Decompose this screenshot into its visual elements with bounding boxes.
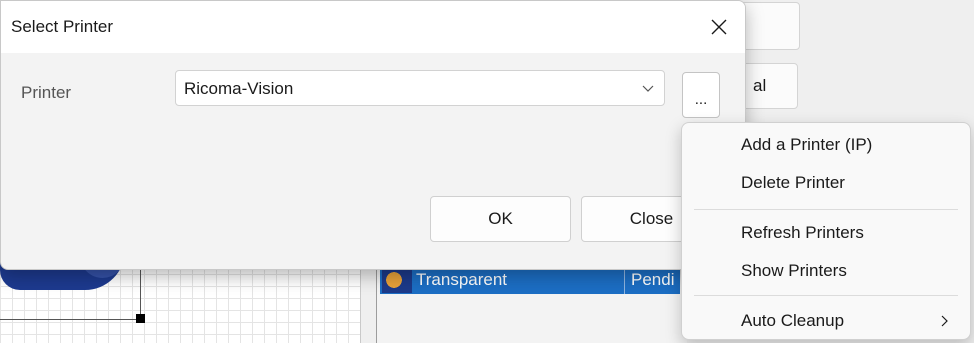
menu-item-show-printers[interactable]: Show Printers [682, 253, 970, 289]
printer-dropdown[interactable]: Ricoma-Vision [175, 70, 665, 106]
printer-options-button[interactable]: ... [682, 72, 720, 118]
column-divider [624, 266, 625, 294]
menu-item-label: Add a Printer (IP) [741, 135, 873, 154]
printer-options-menu: Add a Printer (IP) Delete Printer Refres… [681, 122, 971, 340]
design-thumbnail-icon [382, 267, 412, 293]
menu-item-label: Delete Printer [741, 173, 845, 192]
background-button-label: al [753, 76, 767, 95]
menu-item-label: Auto Cleanup [741, 311, 845, 330]
selection-handle[interactable] [136, 314, 145, 323]
job-list-row[interactable]: Transparent Pendi [380, 266, 680, 294]
selection-guide-horizontal [0, 319, 140, 320]
menu-item-label: Refresh Printers [741, 223, 864, 242]
menu-separator [694, 209, 958, 210]
printer-dropdown-value: Ricoma-Vision [184, 79, 294, 98]
menu-item-auto-cleanup[interactable]: Auto Cleanup [682, 303, 970, 339]
select-printer-dialog: Select Printer Printer Ricoma-Vision ...… [0, 0, 746, 270]
menu-item-label: Show Printers [741, 261, 847, 280]
menu-item-refresh-printers[interactable]: Refresh Printers [682, 215, 970, 251]
chevron-down-icon [642, 85, 654, 92]
dialog-titlebar: Select Printer [1, 1, 745, 53]
printer-label: Printer [21, 83, 72, 102]
job-status: Pendi [631, 270, 675, 289]
background-button-cancel[interactable]: al [740, 63, 798, 109]
dialog-title: Select Printer [11, 17, 114, 36]
chevron-right-icon [941, 315, 948, 327]
menu-separator [694, 295, 958, 296]
menu-item-delete-printer[interactable]: Delete Printer [682, 165, 970, 201]
close-icon[interactable] [703, 11, 735, 43]
job-name: Transparent [416, 270, 508, 289]
background-button-top[interactable] [740, 2, 800, 50]
ok-button[interactable]: OK [430, 196, 571, 242]
menu-item-add-printer[interactable]: Add a Printer (IP) [682, 127, 970, 163]
